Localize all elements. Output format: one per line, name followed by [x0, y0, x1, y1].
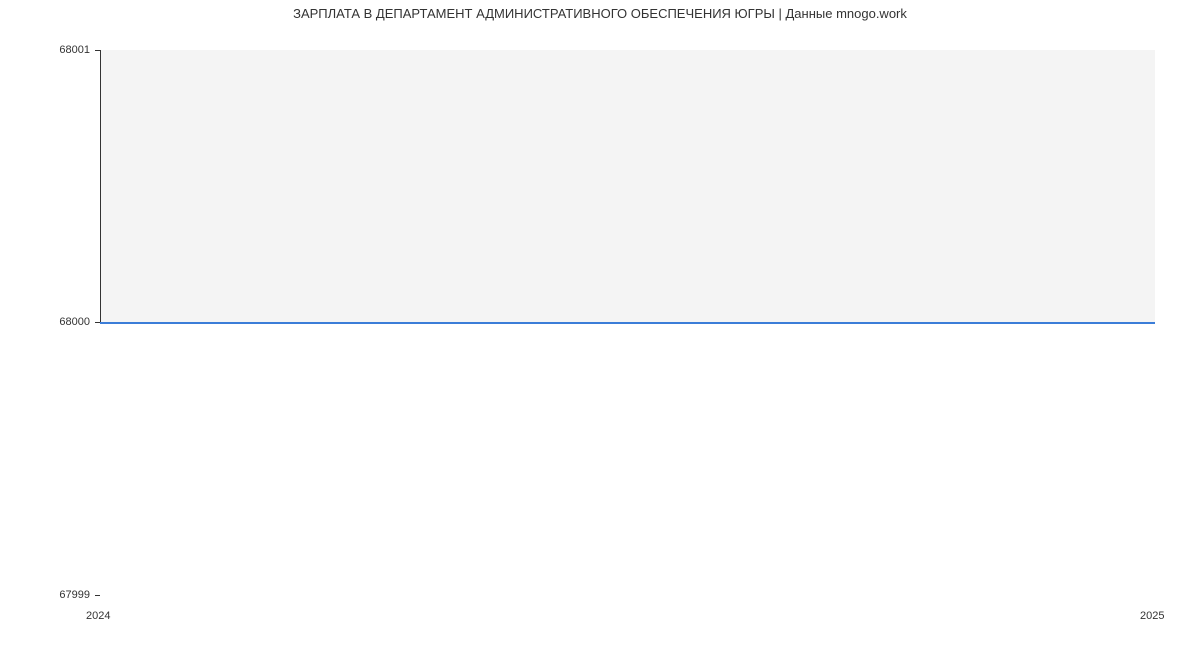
y-tick-mark	[95, 322, 100, 323]
data-line	[100, 322, 1155, 324]
chart-title: ЗАРПЛАТА В ДЕПАРТАМЕНТ АДМИНИСТРАТИВНОГО…	[0, 0, 1200, 21]
line-fill-below	[100, 323, 1155, 595]
x-tick-label: 2025	[1140, 610, 1164, 622]
y-tick-mark	[95, 50, 100, 51]
y-tick-mark	[95, 595, 100, 596]
chart-container: ЗАРПЛАТА В ДЕПАРТАМЕНТ АДМИНИСТРАТИВНОГО…	[0, 0, 1200, 650]
x-tick-label: 2024	[86, 610, 110, 622]
y-tick-label: 68001	[0, 44, 90, 56]
y-tick-label: 68000	[0, 316, 90, 328]
y-tick-label: 67999	[0, 589, 90, 601]
